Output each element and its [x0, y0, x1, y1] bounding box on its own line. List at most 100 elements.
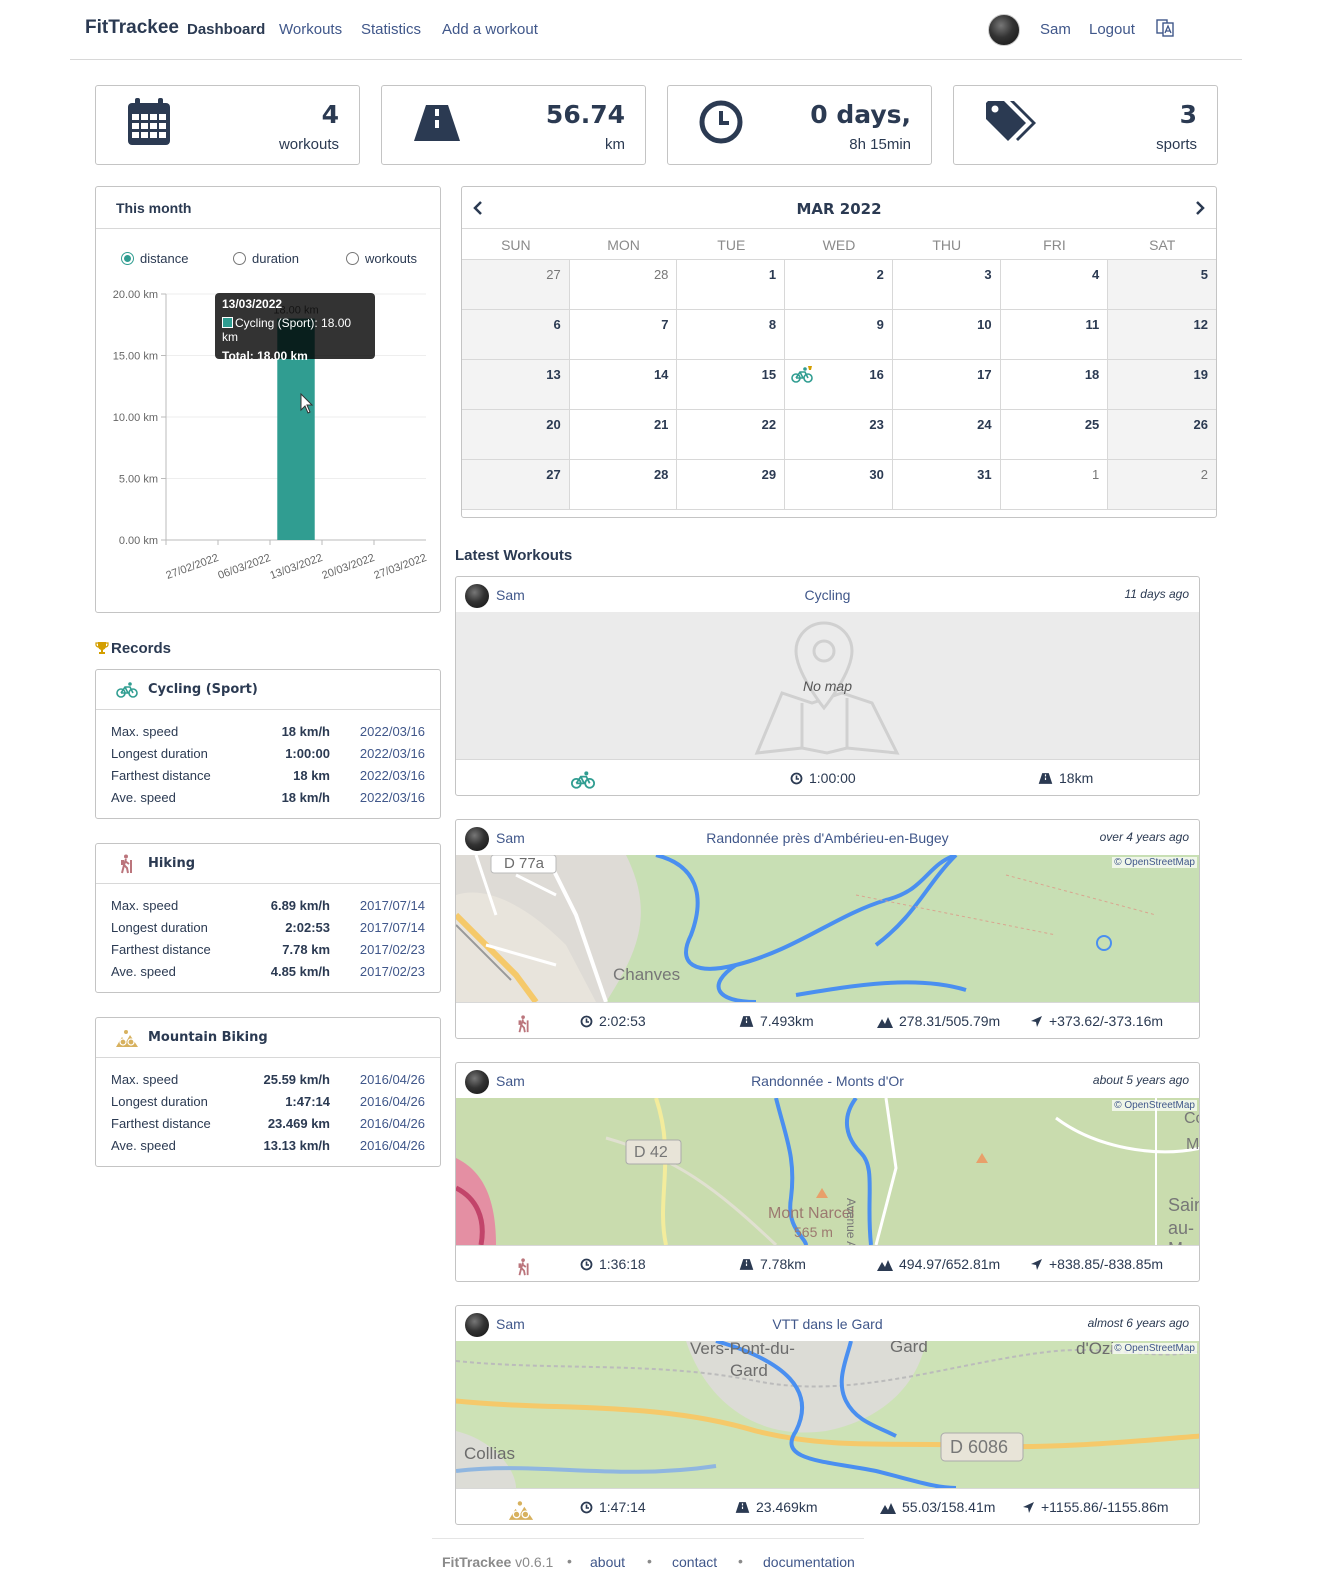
record-date-link[interactable]: 2017/07/14 [360, 920, 425, 935]
footer-contact-link[interactable]: contact [672, 1554, 717, 1570]
cycling-workout-icon[interactable] [791, 366, 813, 384]
record-value: 13.13 km/h [263, 1138, 331, 1153]
record-date-link[interactable]: 2022/03/16 [360, 724, 425, 739]
calendar-day[interactable]: 23 [785, 410, 893, 460]
option-workouts[interactable]: workouts [346, 251, 417, 266]
day-number: 26 [1193, 417, 1208, 432]
record-date-link[interactable]: 2017/02/23 [360, 964, 425, 979]
workout-map[interactable]: Vers-Pont-du- Gard Gard d'Ozi Collias D … [456, 1341, 1199, 1488]
calendar-day[interactable]: 28 [569, 260, 678, 310]
workout-title[interactable]: Cycling [456, 587, 1199, 603]
stat-distance: 56.74 km [381, 85, 646, 165]
calendar-day[interactable]: 13 [462, 360, 570, 410]
calendar-day[interactable]: 11 [1000, 310, 1109, 360]
y-tick-label: 10.00 km [113, 412, 158, 424]
radio-icon[interactable] [346, 252, 359, 265]
calendar-day[interactable]: 14 [569, 360, 678, 410]
radio-icon[interactable] [233, 252, 246, 265]
calendar-day[interactable]: 22 [677, 410, 786, 460]
calendar-day[interactable]: 18 [1000, 360, 1109, 410]
calendar-day[interactable]: 10 [892, 310, 1001, 360]
calendar-day[interactable]: 30 [785, 460, 893, 510]
workout-distance: 18km [1038, 770, 1093, 786]
calendar-day[interactable]: 6 [462, 310, 570, 360]
calendar-day[interactable]: 8 [677, 310, 786, 360]
calendar-day[interactable]: 2 [785, 260, 893, 310]
brand-logo[interactable]: FitTrackee [85, 17, 179, 39]
calendar-day[interactable]: 19 [1108, 360, 1216, 410]
calendar-day[interactable]: 4 [1000, 260, 1109, 310]
calendar-day[interactable]: 27 [462, 460, 570, 510]
osm-attribution[interactable]: © OpenStreetMap [1112, 1343, 1197, 1354]
calendar-day[interactable]: 5 [1108, 260, 1216, 310]
calendar-day[interactable]: 24 [892, 410, 1001, 460]
calendar-day[interactable]: 20 [462, 410, 570, 460]
record-date-link[interactable]: 2017/02/23 [360, 942, 425, 957]
workout-card: Sam Cycling 11 days ago No map 1:00:00 1… [455, 576, 1200, 796]
calendar-day[interactable]: 9 [785, 310, 893, 360]
calendar-day[interactable]: 25 [1000, 410, 1109, 460]
calendar-day[interactable]: 12 [1108, 310, 1216, 360]
chevron-right-icon[interactable] [1194, 200, 1206, 216]
day-number: 12 [1193, 317, 1208, 332]
workout-map[interactable]: D 42 Mont Narcel 565 m Avenue Ami Saint … [456, 1098, 1199, 1245]
calendar-day[interactable]: 28 [569, 460, 678, 510]
option-distance[interactable]: distance [121, 251, 188, 266]
record-row: Longest duration 1:00:00 2022/03/16 [111, 743, 425, 765]
footer-documentation-link[interactable]: documentation [763, 1554, 855, 1570]
day-number: 28 [653, 267, 669, 282]
nav-workouts[interactable]: Workouts [279, 21, 342, 38]
stat-label: workouts [278, 136, 339, 153]
tooltip-line: Cycling (Sport): 18.00 km [222, 316, 352, 344]
latest-workouts-title: Latest Workouts [455, 547, 573, 564]
calendar-icon [128, 98, 170, 145]
nav-statistics[interactable]: Statistics [361, 21, 421, 38]
calendar-day[interactable]: 21 [569, 410, 678, 460]
record-value: 1:47:14 [285, 1094, 330, 1109]
nav-dashboard[interactable]: Dashboard [187, 21, 265, 38]
record-date-link[interactable]: 2016/04/26 [360, 1138, 425, 1153]
calendar-day[interactable]: 1 [677, 260, 786, 310]
language-icon[interactable] [1156, 19, 1174, 37]
calendar-day[interactable]: 15 [677, 360, 786, 410]
workout-title[interactable]: Randonnée près d'Ambérieu-en-Bugey [456, 830, 1199, 846]
radio-checked-icon[interactable] [121, 252, 134, 265]
calendar-day[interactable]: 31 [892, 460, 1001, 510]
user-avatar[interactable] [988, 14, 1020, 46]
calendar-day[interactable]: 27 [462, 260, 570, 310]
option-duration[interactable]: duration [233, 251, 299, 266]
calendar-day[interactable]: 29 [677, 460, 786, 510]
record-date-link[interactable]: 2022/03/16 [360, 790, 425, 805]
workout-title[interactable]: Randonnée - Monts d'Or [456, 1073, 1199, 1089]
calendar-day[interactable]: 16 [785, 360, 893, 410]
osm-attribution[interactable]: © OpenStreetMap [1112, 1100, 1197, 1111]
workout-map[interactable]: D 77a Chanves © OpenStreetMap [456, 855, 1199, 1002]
calendar-day[interactable]: 26 [1108, 410, 1216, 460]
nav-user-profile[interactable]: Sam [1040, 21, 1071, 38]
calendar-day[interactable]: 7 [569, 310, 678, 360]
day-number: 13 [546, 367, 561, 382]
record-date-link[interactable]: 2016/04/26 [360, 1116, 425, 1131]
record-date-link[interactable]: 2016/04/26 [360, 1094, 425, 1109]
osm-attribution[interactable]: © OpenStreetMap [1112, 857, 1197, 868]
record-value: 6.89 km/h [270, 898, 330, 913]
record-label: Max. speed [111, 724, 179, 739]
record-label: Max. speed [111, 1072, 179, 1087]
workout-map-placeholder[interactable]: No map [456, 612, 1199, 759]
record-date-link[interactable]: 2017/07/14 [360, 898, 425, 913]
footer-about-link[interactable]: about [590, 1554, 625, 1570]
day-number: 22 [761, 417, 777, 432]
day-number: 4 [1092, 267, 1100, 282]
clock-icon [580, 1501, 593, 1514]
calendar-day[interactable]: 2 [1108, 460, 1216, 510]
record-date-link[interactable]: 2022/03/16 [360, 768, 425, 783]
calendar-day[interactable]: 17 [892, 360, 1001, 410]
nav-add-workout[interactable]: Add a workout [442, 21, 538, 38]
workout-card: Sam Randonnée - Monts d'Or about 5 years… [455, 1062, 1200, 1282]
calendar-day[interactable]: 1 [1000, 460, 1109, 510]
record-date-link[interactable]: 2016/04/26 [360, 1072, 425, 1087]
nav-logout[interactable]: Logout [1089, 21, 1135, 38]
chart-tooltip: 13/03/2022 Cycling (Sport): 18.00 km Tot… [215, 293, 375, 363]
calendar-day[interactable]: 3 [892, 260, 1001, 310]
record-date-link[interactable]: 2022/03/16 [360, 746, 425, 761]
